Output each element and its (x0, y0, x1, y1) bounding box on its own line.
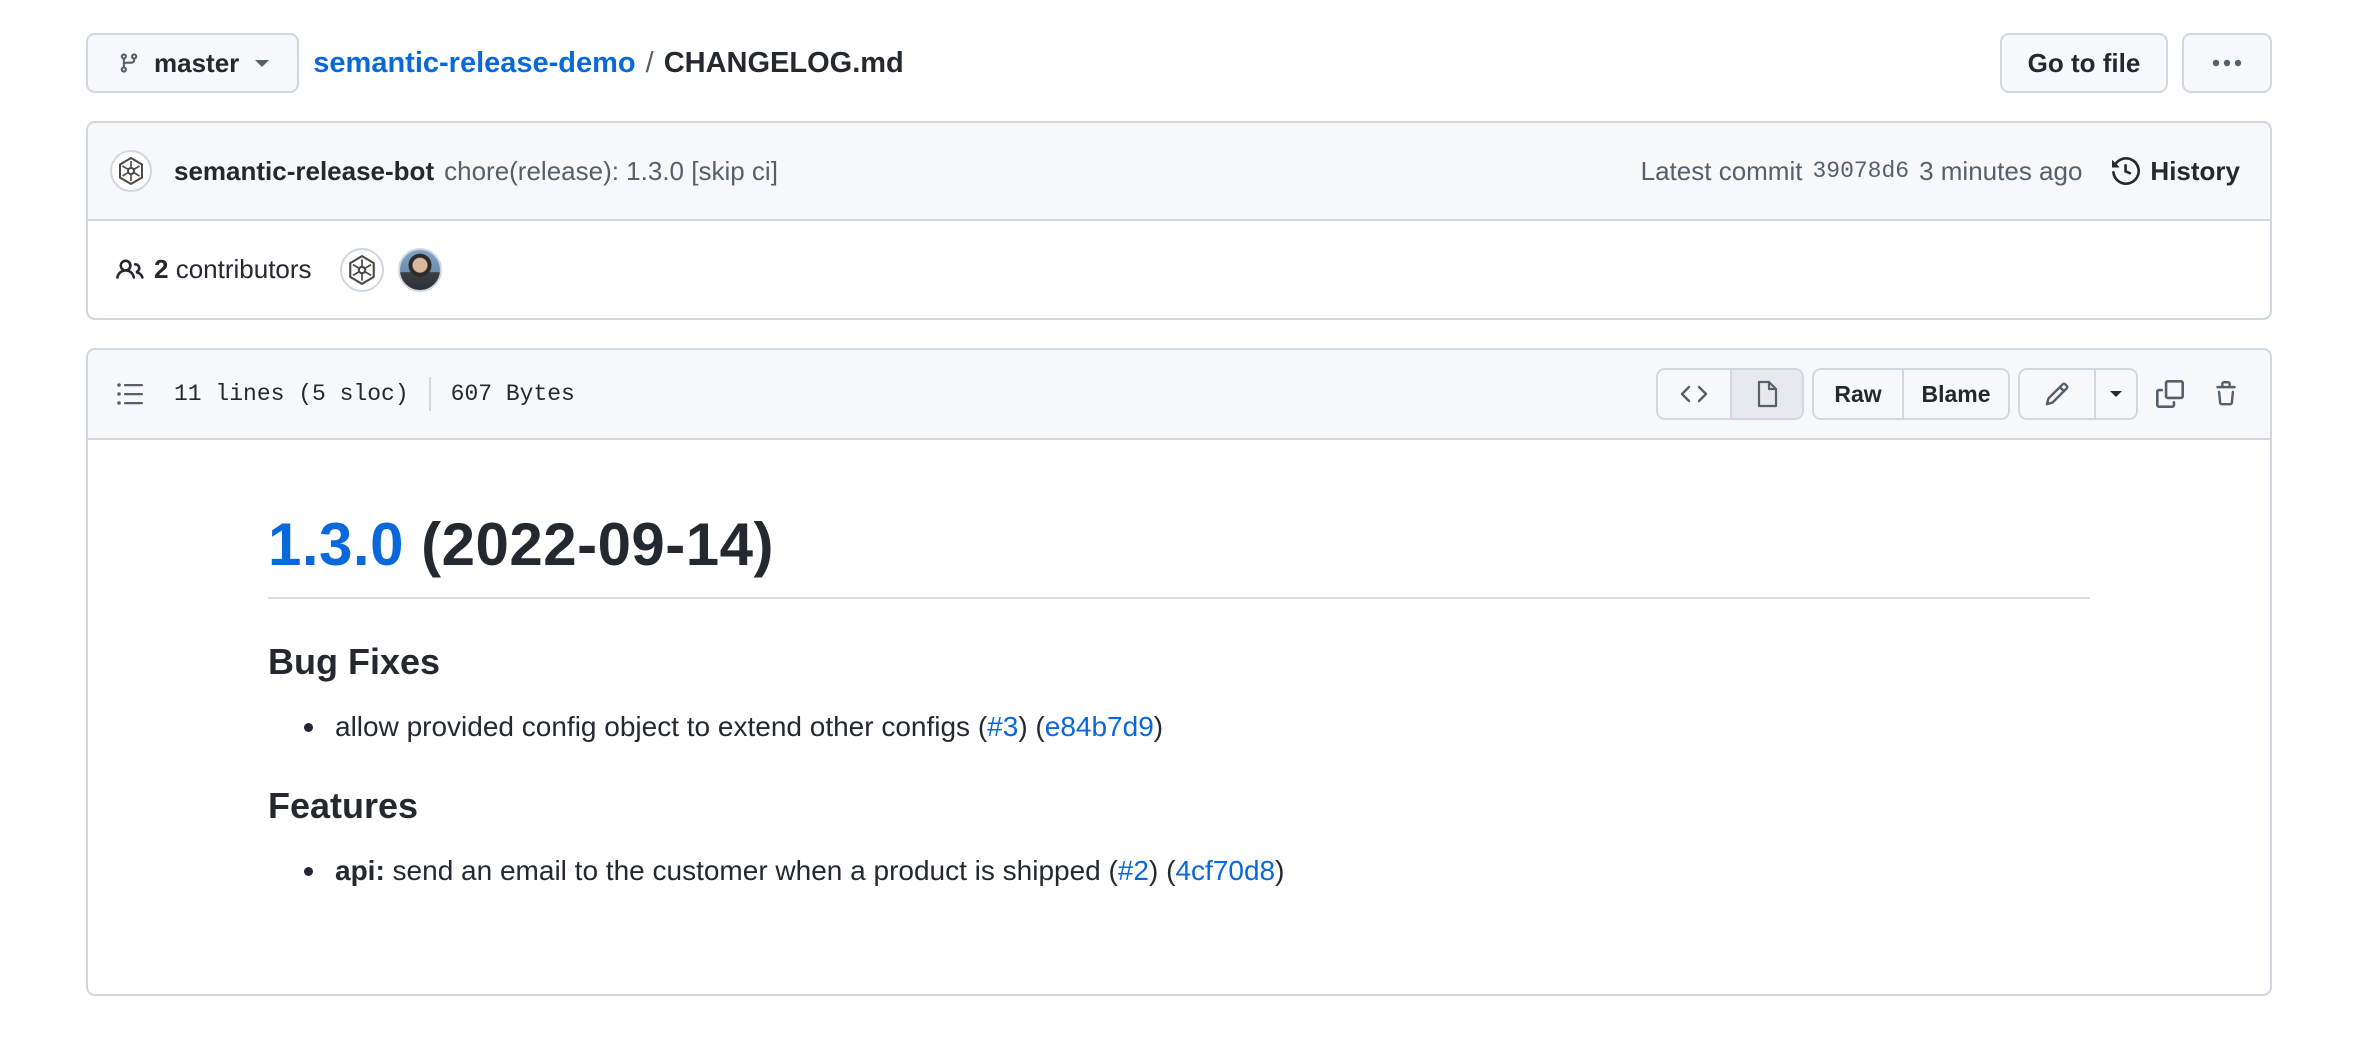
file-icon (1756, 380, 1778, 408)
latest-commit-row: semantic-release-bot chore(release): 1.3… (88, 123, 2270, 221)
pencil-icon (2044, 381, 2070, 407)
raw-button[interactable]: Raw (1814, 370, 1902, 418)
commit-message[interactable]: chore(release): 1.3.0 [skip ci] (444, 156, 778, 187)
contributor-avatar-bot[interactable] (339, 247, 384, 292)
list-item-text: allow provided config object to extend o… (335, 711, 1163, 743)
markdown-body: 1.3.0 (2022-09-14) Bug Fixes allow provi… (88, 440, 2270, 887)
repo-link[interactable]: semantic-release-demo (313, 47, 635, 80)
list-item-text: api: send an email to the customer when … (335, 855, 1284, 887)
go-to-file-button[interactable]: Go to file (2000, 33, 2168, 93)
preview-view-button[interactable] (1730, 370, 1802, 418)
release-date: (2022-09-14) (421, 511, 774, 578)
file-viewer: 11 lines (5 sloc) 607 Bytes Raw Blame 1.… (86, 348, 2272, 996)
branch-selector[interactable]: master (86, 33, 300, 93)
commit-author[interactable]: semantic-release-bot (174, 156, 434, 187)
view-toggle (1656, 368, 1804, 420)
edit-group (2018, 368, 2138, 420)
contributors-text: contributors (175, 254, 312, 284)
contributor-avatar-user[interactable] (397, 247, 442, 292)
history-link[interactable]: History (2112, 156, 2240, 187)
list-item-separator: ) ( (1018, 711, 1045, 742)
history-label: History (2150, 155, 2240, 186)
edit-button[interactable] (2020, 370, 2094, 418)
list-item-description: allow provided config object to extend o… (335, 711, 988, 742)
list-item-separator: ) ( (1149, 855, 1176, 886)
breadcrumb-separator: / (645, 46, 654, 79)
latest-commit-label: Latest commit (1640, 155, 1803, 186)
list-item-description: send an email to the customer when a pro… (384, 855, 1118, 886)
section-heading-bug-fixes: Bug Fixes (268, 641, 441, 682)
file-size: 607 Bytes (450, 381, 575, 407)
contributors-label[interactable]: 2 contributors (154, 254, 312, 285)
latest-commit-box: semantic-release-bot chore(release): 1.3… (86, 121, 2272, 320)
contributors-row: 2 contributors (88, 221, 2270, 318)
release-version-link[interactable]: 1.3.0 (268, 511, 404, 578)
file-toolbar: 11 lines (5 sloc) 607 Bytes Raw Blame (88, 350, 2270, 440)
avatar[interactable] (110, 150, 152, 192)
blame-button[interactable]: Blame (1902, 370, 2008, 418)
commit-time: 3 minutes ago (1919, 155, 2083, 186)
contributors-count: 2 (154, 254, 169, 284)
copy-icon (2156, 380, 2184, 408)
delete-button[interactable] (2202, 368, 2250, 420)
trash-icon (2213, 380, 2239, 408)
git-branch-icon (118, 50, 140, 76)
list-item-end: ) (1153, 711, 1164, 742)
list-item: allow provided config object to extend o… (268, 711, 2090, 743)
bullet (304, 866, 313, 876)
release-heading: 1.3.0 (2022-09-14) (268, 510, 2090, 599)
commit-link[interactable]: 4cf70d8 (1175, 855, 1275, 886)
people-icon (116, 256, 144, 284)
raw-blame-group: Raw Blame (1812, 368, 2010, 420)
more-options-button[interactable] (2182, 33, 2272, 93)
list-item-end: ) (1275, 855, 1285, 886)
commit-link[interactable]: e84b7d9 (1045, 711, 1154, 742)
scope-label: api: (335, 855, 385, 886)
divider (428, 377, 431, 411)
list-unordered-icon[interactable] (116, 382, 144, 406)
issue-link[interactable]: #2 (1118, 855, 1149, 886)
branch-name: master (154, 47, 240, 78)
commit-sha[interactable]: 39078d6 (1812, 158, 1909, 184)
code-icon (1680, 384, 1708, 404)
kebab-horizontal-icon (2212, 59, 2242, 67)
copy-button[interactable] (2146, 368, 2194, 420)
caret-down-icon (253, 58, 271, 68)
semantic-release-logo-icon (116, 156, 146, 186)
file-header-bar: master semantic-release-demo / CHANGELOG… (86, 33, 2272, 93)
file-name: CHANGELOG.md (663, 46, 904, 79)
caret-down-icon (2108, 389, 2124, 399)
section-heading-features: Features (268, 785, 419, 826)
file-lines: 11 lines (5 sloc) (174, 381, 409, 407)
list-item: api: send an email to the customer when … (268, 855, 2090, 887)
code-view-button[interactable] (1658, 370, 1730, 418)
breadcrumb: semantic-release-demo / CHANGELOG.md (313, 47, 904, 80)
edit-dropdown-button[interactable] (2094, 370, 2136, 418)
issue-link[interactable]: #3 (987, 711, 1018, 742)
history-icon (2112, 157, 2141, 185)
bullet (304, 722, 313, 732)
semantic-release-logo-icon (346, 254, 378, 286)
